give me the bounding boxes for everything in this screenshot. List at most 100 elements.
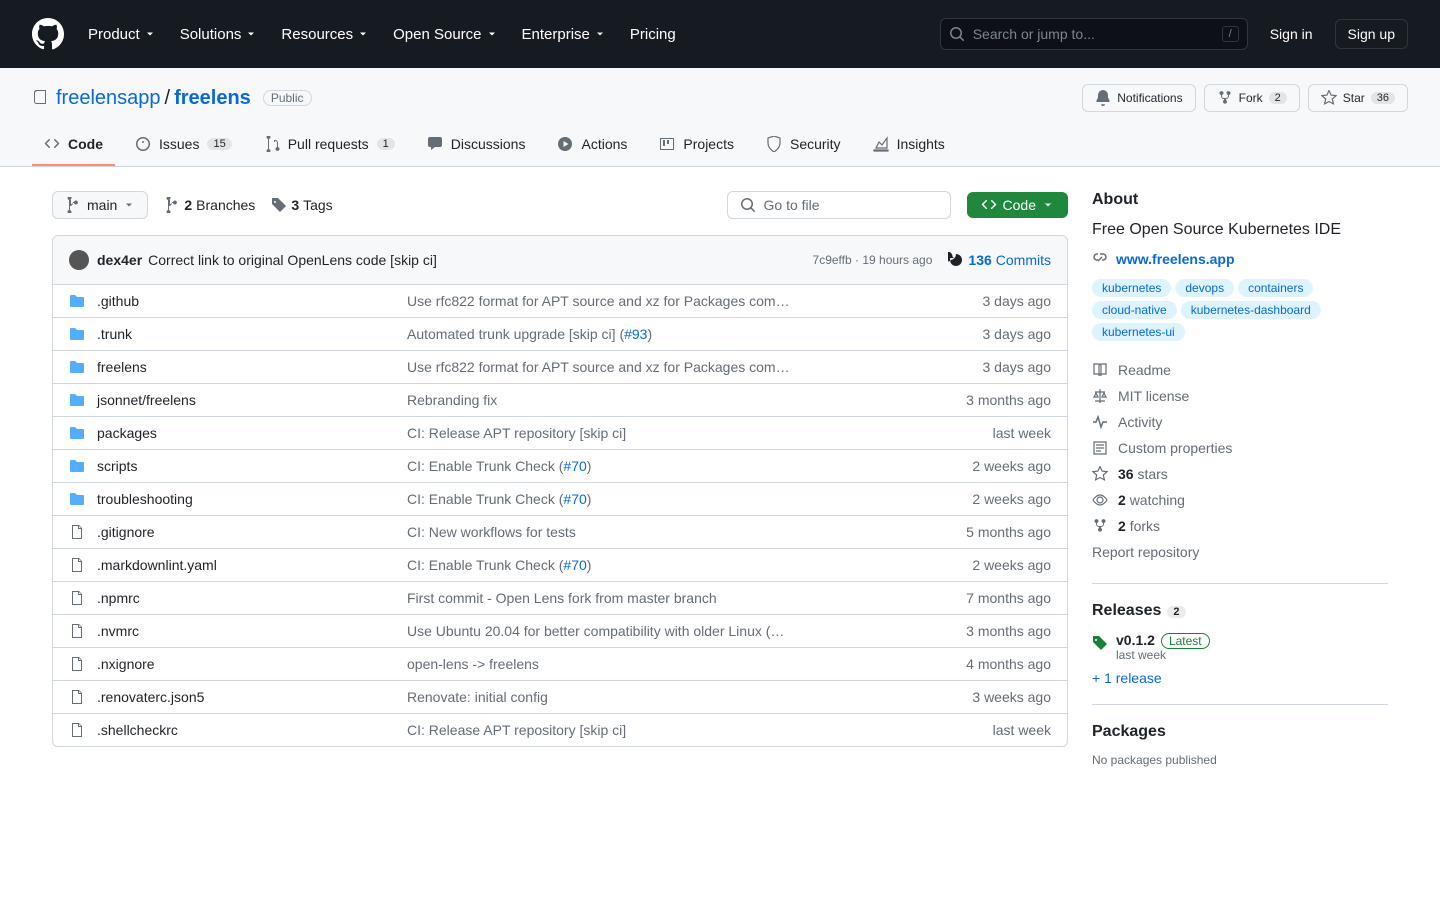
file-row: packages CI: Release APT repository [skip…	[53, 417, 1067, 450]
commit-msg[interactable]: Use rfc822 format for APT source and xz …	[407, 293, 931, 309]
star-button[interactable]: Star 36	[1308, 84, 1408, 112]
commit-msg[interactable]: CI: New workflows for tests	[407, 524, 931, 540]
latest-badge: Latest	[1161, 633, 1210, 649]
nav-enterprise[interactable]: Enterprise	[514, 18, 614, 51]
branch-select[interactable]: main	[52, 191, 148, 219]
file-name-link[interactable]: .renovaterc.json5	[97, 689, 204, 705]
commit-time: last week	[931, 722, 1051, 738]
file-icon	[69, 590, 85, 606]
shield-icon	[766, 136, 782, 152]
watching-link[interactable]: 2 watching	[1092, 487, 1388, 513]
nav-pricing[interactable]: Pricing	[622, 18, 684, 51]
file-name-link[interactable]: .shellcheckrc	[97, 722, 178, 738]
stars-link[interactable]: 36 stars	[1092, 461, 1388, 487]
code-button[interactable]: Code	[967, 192, 1068, 218]
tab-discussions[interactable]: Discussions	[415, 128, 538, 166]
file-name-link[interactable]: jsonnet/freelens	[97, 392, 196, 408]
go-to-file-input[interactable]: Go to file	[727, 191, 951, 219]
file-name-link[interactable]: .npmrc	[97, 590, 140, 606]
file-row: .markdownlint.yaml CI: Enable Trunk Check…	[53, 549, 1067, 582]
tab-actions[interactable]: Actions	[545, 128, 639, 166]
chevron-down-icon	[357, 28, 369, 40]
commit-time: 3 days ago	[931, 293, 1051, 309]
readme-link[interactable]: Readme	[1092, 357, 1388, 383]
file-name-link[interactable]: .github	[97, 293, 139, 309]
report-link[interactable]: Report repository	[1092, 539, 1388, 565]
forks-link[interactable]: 2 forks	[1092, 513, 1388, 539]
notifications-button[interactable]: Notifications	[1082, 84, 1195, 112]
file-name-link[interactable]: .trunk	[97, 326, 132, 342]
license-link[interactable]: MIT license	[1092, 383, 1388, 409]
github-logo-icon[interactable]	[32, 18, 64, 50]
commit-msg[interactable]: CI: Release APT repository [skip ci]	[407, 425, 931, 441]
nav-open-source[interactable]: Open Source	[385, 18, 505, 51]
pr-icon	[264, 136, 280, 152]
more-releases-link[interactable]: + 1 release	[1092, 670, 1162, 686]
packages-title[interactable]: Packages	[1092, 723, 1388, 741]
tab-issues[interactable]: Issues15	[123, 128, 244, 166]
file-name-link[interactable]: .gitignore	[97, 524, 155, 540]
tags-link[interactable]: 3 Tags	[271, 197, 332, 213]
nav-solutions[interactable]: Solutions	[172, 18, 266, 51]
commit-msg[interactable]: Use Ubuntu 20.04 for better compatibilit…	[407, 623, 931, 639]
tab-projects[interactable]: Projects	[647, 128, 746, 166]
commit-msg[interactable]: Renovate: initial config	[407, 689, 931, 705]
tab-insights[interactable]: Insights	[861, 128, 957, 166]
file-name-link[interactable]: troubleshooting	[97, 491, 193, 507]
commit-msg[interactable]: open-lens -> freelens	[407, 656, 931, 672]
commit-msg[interactable]: Automated trunk upgrade [skip ci] (#93)	[407, 326, 931, 342]
topic-devops[interactable]: devops	[1175, 279, 1234, 297]
activity-link[interactable]: Activity	[1092, 409, 1388, 435]
releases-title[interactable]: Releases2	[1092, 602, 1388, 620]
file-name-link[interactable]: .markdownlint.yaml	[97, 557, 217, 573]
file-row: .npmrc First commit - Open Lens fork from…	[53, 582, 1067, 615]
commit-msg[interactable]: CI: Enable Trunk Check (#70)	[407, 458, 931, 474]
sign-in-link[interactable]: Sign in	[1260, 20, 1323, 48]
topic-kubernetes[interactable]: kubernetes	[1092, 279, 1171, 297]
commit-author[interactable]: dex4er	[97, 252, 142, 268]
topic-kubernetes-ui[interactable]: kubernetes-ui	[1092, 323, 1185, 341]
file-name-link[interactable]: freelens	[97, 359, 147, 375]
commits-link[interactable]: 136 Commits	[948, 252, 1051, 268]
chevron-down-icon	[1042, 199, 1054, 211]
commit-sha[interactable]: 7c9effb · 19 hours ago	[813, 253, 933, 267]
file-toolbar: main 2 Branches 3 Tags Go to file Code	[52, 191, 1068, 219]
repo-name-link[interactable]: freelens	[174, 87, 251, 110]
file-name-link[interactable]: .nxignore	[97, 656, 155, 672]
branches-link[interactable]: 2 Branches	[164, 197, 255, 213]
commit-msg[interactable]: CI: Release APT repository [skip ci]	[407, 722, 931, 738]
nav-product[interactable]: Product	[80, 18, 164, 51]
avatar[interactable]	[69, 250, 89, 270]
eye-icon	[1092, 492, 1108, 508]
tab-pull-requests[interactable]: Pull requests1	[252, 128, 407, 166]
website-link[interactable]: www.freelens.app	[1092, 251, 1388, 267]
topic-containers[interactable]: containers	[1238, 279, 1313, 297]
commit-time: 2 weeks ago	[931, 491, 1051, 507]
sign-up-button[interactable]: Sign up	[1335, 19, 1408, 49]
fork-button[interactable]: Fork 2	[1204, 84, 1300, 112]
latest-release[interactable]: v0.1.2Latest last week	[1092, 632, 1388, 662]
commit-msg[interactable]: First commit - Open Lens fork from maste…	[407, 590, 931, 606]
commit-message[interactable]: Correct link to original OpenLens code […	[148, 252, 437, 268]
search-input[interactable]: Search or jump to... /	[940, 18, 1248, 50]
about-title: About	[1092, 191, 1388, 209]
file-row: .github Use rfc822 format for APT source …	[53, 285, 1067, 318]
custom-properties-link[interactable]: Custom properties	[1092, 435, 1388, 461]
tab-security[interactable]: Security	[754, 128, 853, 166]
file-name-link[interactable]: .nvmrc	[97, 623, 139, 639]
tab-code[interactable]: Code	[32, 128, 115, 166]
book-icon	[1092, 362, 1108, 378]
topic-kubernetes-dashboard[interactable]: kubernetes-dashboard	[1181, 301, 1321, 319]
folder-icon	[69, 359, 85, 375]
discuss-icon	[427, 136, 443, 152]
commit-msg[interactable]: Rebranding fix	[407, 392, 931, 408]
repo-owner-link[interactable]: freelensapp	[56, 87, 161, 110]
file-name-link[interactable]: scripts	[97, 458, 137, 474]
nav-resources[interactable]: Resources	[273, 18, 377, 51]
commit-msg[interactable]: CI: Enable Trunk Check (#70)	[407, 491, 931, 507]
commit-msg[interactable]: Use rfc822 format for APT source and xz …	[407, 359, 931, 375]
issue-icon	[135, 136, 151, 152]
file-name-link[interactable]: packages	[97, 425, 157, 441]
commit-msg[interactable]: CI: Enable Trunk Check (#70)	[407, 557, 931, 573]
topic-cloud-native[interactable]: cloud-native	[1092, 301, 1177, 319]
